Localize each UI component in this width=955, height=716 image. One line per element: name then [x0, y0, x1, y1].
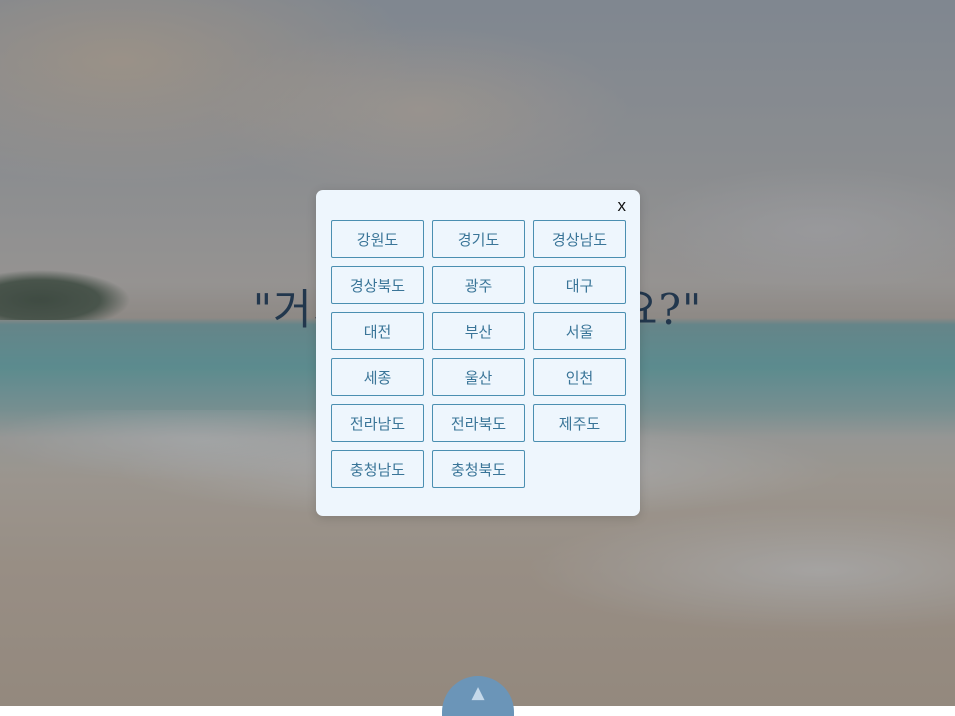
- region-button-jeonnam[interactable]: 전라남도: [331, 404, 424, 442]
- region-button-incheon[interactable]: 인천: [533, 358, 626, 396]
- region-button-gangwon[interactable]: 강원도: [331, 220, 424, 258]
- region-button-gyeongnam[interactable]: 경상남도: [533, 220, 626, 258]
- region-button-jeonbuk[interactable]: 전라북도: [432, 404, 525, 442]
- region-button-grid: 강원도 경기도 경상남도 경상북도 광주 대구 대전 부산 서울 세종 울산 인…: [331, 220, 626, 488]
- region-button-ulsan[interactable]: 울산: [432, 358, 525, 396]
- region-button-chungbuk[interactable]: 충청북도: [432, 450, 525, 488]
- region-button-seoul[interactable]: 서울: [533, 312, 626, 350]
- region-button-gyeongbuk[interactable]: 경상북도: [331, 266, 424, 304]
- close-button[interactable]: x: [618, 196, 627, 216]
- region-button-daejeon[interactable]: 대전: [331, 312, 424, 350]
- region-button-gyeonggi[interactable]: 경기도: [432, 220, 525, 258]
- region-button-chungnam[interactable]: 충청남도: [331, 450, 424, 488]
- region-select-modal: x 강원도 경기도 경상남도 경상북도 광주 대구 대전 부산 서울 세종 울산…: [316, 190, 640, 516]
- region-button-busan[interactable]: 부산: [432, 312, 525, 350]
- region-button-jeju[interactable]: 제주도: [533, 404, 626, 442]
- triangle-up-icon: ▲: [471, 683, 485, 703]
- region-button-sejong[interactable]: 세종: [331, 358, 424, 396]
- region-button-daegu[interactable]: 대구: [533, 266, 626, 304]
- region-button-gwangju[interactable]: 광주: [432, 266, 525, 304]
